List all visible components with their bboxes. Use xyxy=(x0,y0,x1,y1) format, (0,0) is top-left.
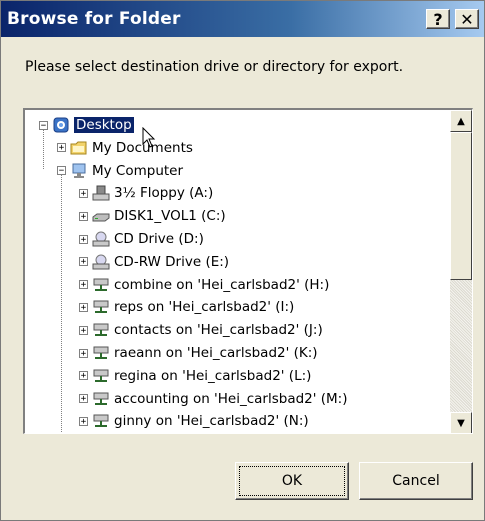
mouse-cursor-icon xyxy=(142,127,156,148)
title-bar[interactable]: Browse for Folder ? ✕ xyxy=(1,1,484,37)
folder-icon xyxy=(70,140,88,156)
dialog-prompt: Please select destination drive or direc… xyxy=(25,59,404,75)
tree-item[interactable]: + DISK1_VOL1 (C:) xyxy=(79,205,226,227)
network-drive-icon xyxy=(92,368,110,384)
desktop-icon xyxy=(52,117,70,133)
tree-item[interactable]: − My Computer xyxy=(57,160,183,182)
computer-icon xyxy=(70,163,88,179)
expand-icon[interactable]: + xyxy=(79,211,88,221)
tree-item[interactable]: + CD Drive (D:) xyxy=(79,228,204,250)
tree-item[interactable]: + My Documents xyxy=(57,137,193,159)
ok-button[interactable]: OK xyxy=(235,462,349,500)
help-button[interactable]: ? xyxy=(426,9,450,29)
tree-item-label: Desktop xyxy=(74,117,134,133)
tree-item-label: reps on 'Hei_carlsbad2' (I:) xyxy=(114,299,295,316)
scroll-thumb[interactable] xyxy=(450,132,472,280)
network-drive-icon xyxy=(92,322,110,338)
tree-item-label: CD Drive (D:) xyxy=(114,231,204,247)
cd-drive-icon xyxy=(92,231,110,247)
folder-tree-viewport: − Desktop + My Documents − My Computer +3½ Flo… xyxy=(25,110,449,433)
network-drive-icon xyxy=(92,299,110,315)
expand-icon[interactable]: + xyxy=(79,348,88,358)
tree-item[interactable]: − Desktop xyxy=(39,114,134,136)
tree-item-label: accounting on 'Hei_carlsbad2' (M:) xyxy=(114,390,348,407)
tree-item-label: My Computer xyxy=(92,162,184,179)
tree-item[interactable]: +3½ Floppy (A:) xyxy=(79,182,213,204)
folder-tree[interactable]: − Desktop + My Documents − My Computer +3½ Flo… xyxy=(23,108,473,434)
tree-item-label: 3½ Floppy (A:) xyxy=(114,185,214,202)
browse-for-folder-dialog: Browse for Folder ? ✕ Please select dest… xyxy=(0,0,485,521)
expand-icon[interactable]: + xyxy=(57,143,66,153)
hard-drive-icon xyxy=(92,208,110,224)
close-button[interactable]: ✕ xyxy=(455,9,479,29)
scroll-up-button[interactable]: ▲ xyxy=(450,110,472,132)
tree-item[interactable]: + ginny on 'Hei_carlsbad2' (N:) xyxy=(79,410,309,432)
expand-icon[interactable]: + xyxy=(79,188,88,198)
expand-icon[interactable]: + xyxy=(79,302,88,312)
network-drive-icon xyxy=(92,277,110,293)
window-title: Browse for Folder xyxy=(7,9,181,29)
tree-item-label: combine on 'Hei_carlsbad2' (H:) xyxy=(114,276,330,293)
expand-icon[interactable]: + xyxy=(79,280,88,290)
cancel-button[interactable]: Cancel xyxy=(359,462,473,500)
tree-connector-line xyxy=(61,172,62,433)
expand-icon[interactable]: + xyxy=(79,234,88,244)
collapse-icon[interactable]: − xyxy=(39,120,48,130)
network-drive-icon xyxy=(92,391,110,407)
vertical-scrollbar[interactable]: ▲ ▼ xyxy=(450,110,472,433)
tree-item[interactable]: + combine on 'Hei_carlsbad2' (H:) xyxy=(79,274,329,296)
tree-item-label: DISK1_VOL1 (C:) xyxy=(114,208,226,225)
expand-icon[interactable]: + xyxy=(79,416,88,426)
cd-drive-icon xyxy=(92,254,110,270)
network-drive-icon xyxy=(92,345,110,361)
tree-item[interactable]: + accounting on 'Hei_carlsbad2' (M:) xyxy=(79,388,348,410)
tree-item[interactable]: + regina on 'Hei_carlsbad2' (L:) xyxy=(79,365,311,387)
expand-icon[interactable]: + xyxy=(79,394,88,404)
tree-item-label: regina on 'Hei_carlsbad2' (L:) xyxy=(114,367,312,384)
expand-icon[interactable]: + xyxy=(79,325,88,335)
tree-item[interactable]: + contacts on 'Hei_carlsbad2' (J:) xyxy=(79,319,323,341)
tree-item-label: ginny on 'Hei_carlsbad2' (N:) xyxy=(114,413,309,430)
expand-icon[interactable]: + xyxy=(79,371,88,381)
scroll-down-button[interactable]: ▼ xyxy=(450,412,472,433)
collapse-icon[interactable]: − xyxy=(57,166,66,176)
expand-icon[interactable]: + xyxy=(79,257,88,267)
tree-item-label: CD-RW Drive (E:) xyxy=(114,253,230,270)
tree-item-label: raeann on 'Hei_carlsbad2' (K:) xyxy=(114,345,318,361)
tree-item[interactable]: + CD-RW Drive (E:) xyxy=(79,251,229,273)
tree-item[interactable]: + reps on 'Hei_carlsbad2' (I:) xyxy=(79,296,294,318)
tree-item[interactable]: + raeann on 'Hei_carlsbad2' (K:) xyxy=(79,342,318,364)
floppy-drive-icon xyxy=(92,185,110,201)
network-drive-icon xyxy=(92,413,110,429)
tree-item-label: contacts on 'Hei_carlsbad2' (J:) xyxy=(114,322,323,339)
